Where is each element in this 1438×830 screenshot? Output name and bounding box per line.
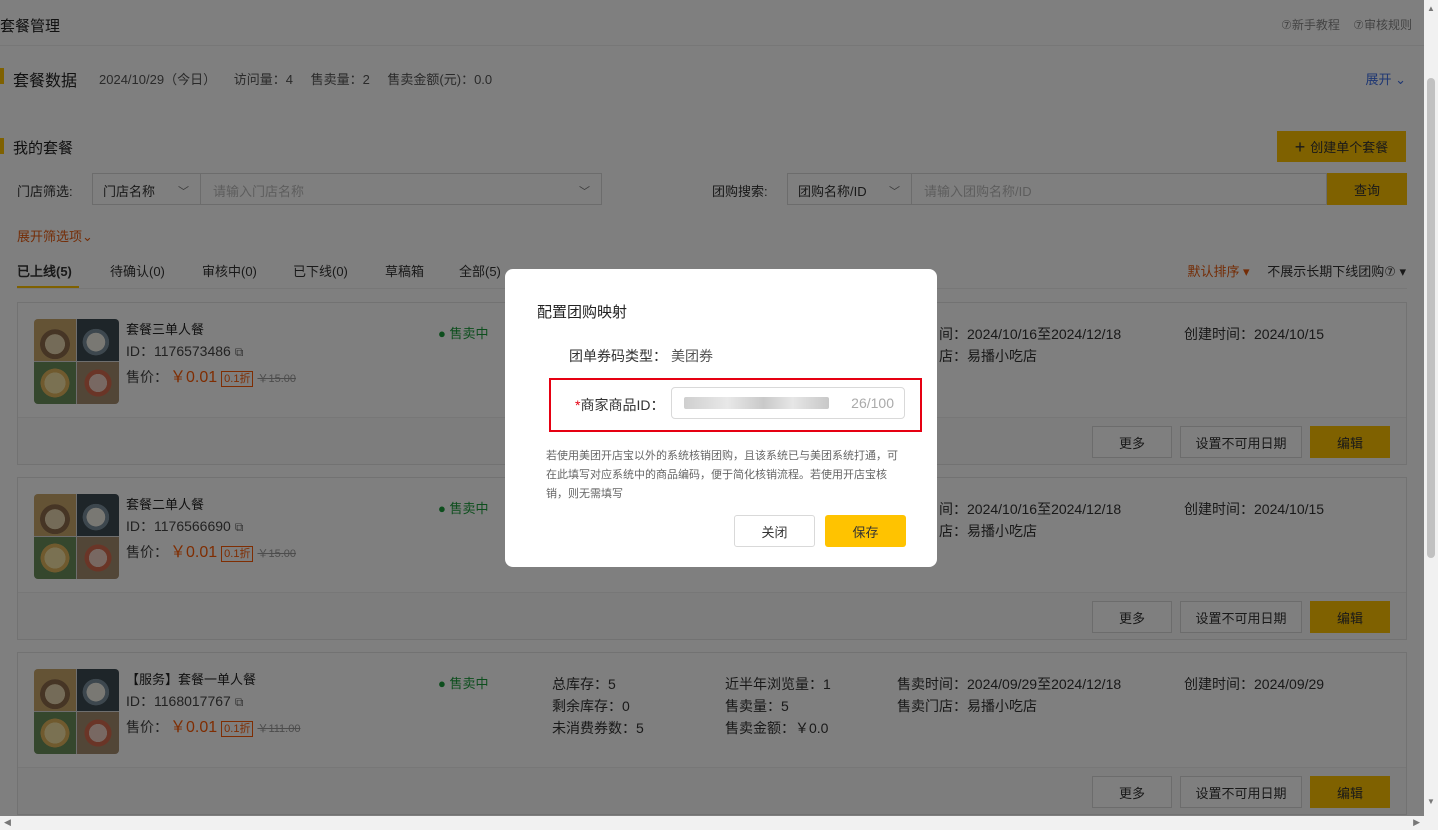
- scroll-left-icon[interactable]: ◀: [4, 817, 11, 828]
- group-mapping-dialog: 配置团购映射 团单券码类型： 美团券 *商家商品ID： 26/100 若使用美团开…: [505, 269, 937, 567]
- scroll-down-icon[interactable]: ▼: [1427, 797, 1435, 806]
- vertical-scroll-thumb[interactable]: [1427, 78, 1435, 558]
- scroll-right-icon[interactable]: ▶: [1413, 817, 1420, 828]
- coupon-type-row: 团单券码类型： 美团券: [569, 346, 713, 366]
- save-button[interactable]: 保存: [825, 515, 906, 547]
- coupon-type-label: 团单券码类型：: [569, 348, 667, 364]
- horizontal-scrollbar[interactable]: ◀ ▶: [0, 816, 1424, 830]
- close-button[interactable]: 关闭: [734, 515, 815, 547]
- merchant-id-label: *商家商品ID：: [575, 395, 664, 415]
- redacted-value: [684, 397, 829, 409]
- coupon-type-value: 美团券: [671, 348, 713, 364]
- merchant-id-label-text: 商家商品ID：: [580, 397, 665, 413]
- vertical-scrollbar[interactable]: ▲ ▼: [1424, 0, 1438, 830]
- help-note: 若使用美团开店宝以外的系统核销团购，且该系统已与美团系统打通，可在此填写对应系统…: [546, 450, 898, 500]
- scroll-up-icon[interactable]: ▲: [1427, 4, 1435, 13]
- merchant-id-input[interactable]: 26/100: [671, 387, 905, 419]
- char-counter: 26/100: [851, 395, 894, 411]
- dialog-title: 配置团购映射: [537, 304, 628, 321]
